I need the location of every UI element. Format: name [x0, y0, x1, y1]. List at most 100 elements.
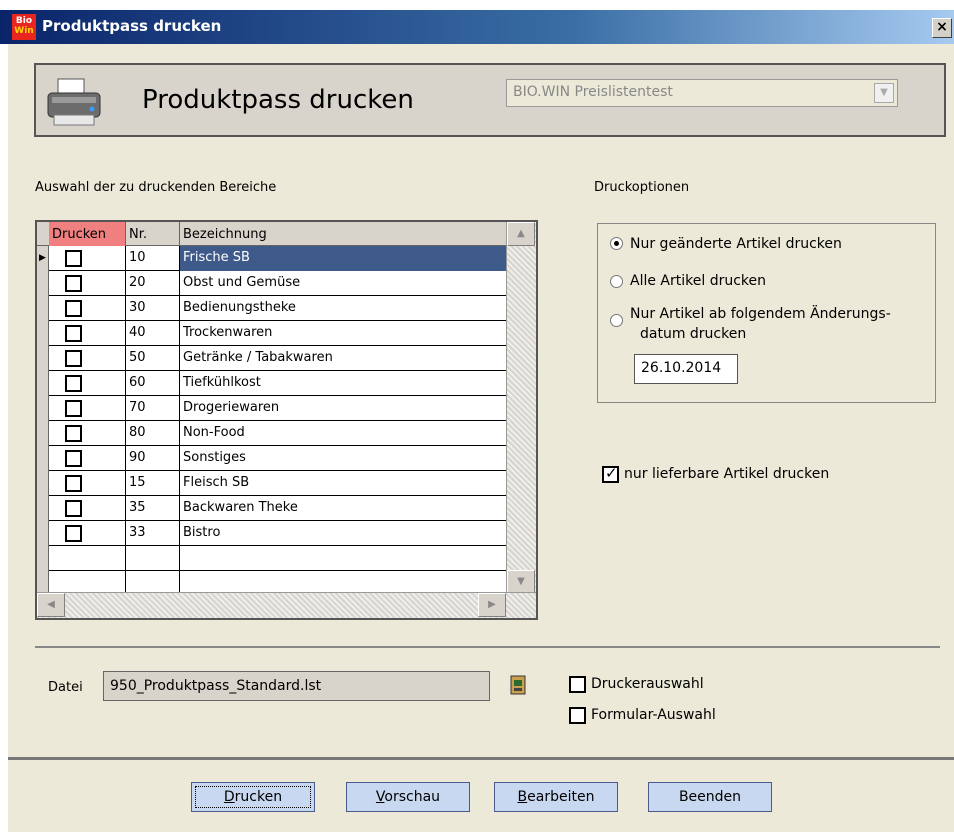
- cell-nr[interactable]: 20: [126, 271, 180, 296]
- table-row[interactable]: 30 Bedienungstheke: [37, 296, 507, 321]
- radio-nur-geaenderte-label[interactable]: Nur geänderte Artikel drucken: [630, 236, 842, 252]
- cell-nr[interactable]: 70: [126, 396, 180, 421]
- cell-drucken[interactable]: [49, 396, 126, 421]
- drucken-checkbox[interactable]: [65, 525, 82, 542]
- drucken-checkbox[interactable]: [65, 500, 82, 517]
- table-row[interactable]: [37, 546, 507, 571]
- row-indicator[interactable]: [37, 271, 49, 296]
- vorschau-button[interactable]: Vorschau: [346, 782, 470, 812]
- drucken-checkbox[interactable]: [65, 275, 82, 292]
- chevron-down-icon[interactable]: ▼: [874, 83, 894, 103]
- scroll-left-icon[interactable]: ◀: [37, 593, 65, 617]
- row-indicator[interactable]: ▶: [37, 246, 49, 271]
- drucken-checkbox[interactable]: [65, 300, 82, 317]
- horizontal-scrollbar[interactable]: ◀ ▶: [37, 592, 536, 618]
- cell-bezeichnung[interactable]: [180, 546, 507, 571]
- lieferbar-checkbox[interactable]: [602, 464, 619, 483]
- cell-bezeichnung[interactable]: Sonstiges: [180, 446, 507, 471]
- drucken-checkbox[interactable]: [65, 400, 82, 417]
- table-row[interactable]: 60 Tiefkühlkost: [37, 371, 507, 396]
- cell-drucken[interactable]: [49, 546, 126, 571]
- cell-drucken[interactable]: [49, 246, 126, 271]
- column-header-drucken[interactable]: Drucken: [49, 222, 126, 246]
- row-indicator[interactable]: [37, 546, 49, 571]
- cell-bezeichnung[interactable]: Fleisch SB: [180, 471, 507, 496]
- cell-drucken[interactable]: [49, 296, 126, 321]
- scroll-right-icon[interactable]: ▶: [478, 593, 506, 617]
- datei-input[interactable]: 950_Produktpass_Standard.lst: [103, 671, 490, 701]
- drucken-checkbox[interactable]: [65, 375, 82, 392]
- cell-bezeichnung[interactable]: Bedienungstheke: [180, 296, 507, 321]
- vertical-scrollbar[interactable]: ▲ ▼: [506, 222, 536, 594]
- row-indicator[interactable]: [37, 296, 49, 321]
- row-indicator[interactable]: [37, 321, 49, 346]
- drucken-checkbox[interactable]: [65, 325, 82, 342]
- cell-nr[interactable]: 35: [126, 496, 180, 521]
- cell-bezeichnung[interactable]: Bistro: [180, 521, 507, 546]
- table-row[interactable]: 50 Getränke / Tabakwaren: [37, 346, 507, 371]
- scroll-down-icon[interactable]: ▼: [507, 570, 535, 594]
- table-row[interactable]: 80 Non-Food: [37, 421, 507, 446]
- cell-bezeichnung[interactable]: Tiefkühlkost: [180, 371, 507, 396]
- cell-bezeichnung[interactable]: Trockenwaren: [180, 321, 507, 346]
- row-indicator[interactable]: [37, 346, 49, 371]
- cell-bezeichnung[interactable]: Backwaren Theke: [180, 496, 507, 521]
- cell-nr[interactable]: 80: [126, 421, 180, 446]
- cell-bezeichnung[interactable]: Non-Food: [180, 421, 507, 446]
- radio-nur-geaenderte[interactable]: [610, 237, 623, 250]
- cell-drucken[interactable]: [49, 496, 126, 521]
- cell-drucken[interactable]: [49, 271, 126, 296]
- lieferbar-label[interactable]: nur lieferbare Artikel drucken: [624, 466, 829, 482]
- beenden-button[interactable]: Beenden: [648, 782, 772, 812]
- row-indicator[interactable]: [37, 421, 49, 446]
- cell-nr[interactable]: 40: [126, 321, 180, 346]
- cell-drucken[interactable]: [49, 321, 126, 346]
- table-row[interactable]: ▶ 10 Frische SB: [37, 246, 507, 271]
- preisliste-select[interactable]: BIO.WIN Preislistentest ▼: [506, 79, 898, 107]
- cell-nr[interactable]: [126, 546, 180, 571]
- cell-bezeichnung[interactable]: Obst und Gemüse: [180, 271, 507, 296]
- cell-nr[interactable]: 30: [126, 296, 180, 321]
- drucken-checkbox[interactable]: [65, 250, 82, 267]
- cell-drucken[interactable]: [49, 446, 126, 471]
- cell-drucken[interactable]: [49, 421, 126, 446]
- druckerauswahl-label[interactable]: Druckerauswahl: [591, 676, 704, 692]
- bereiche-grid[interactable]: Drucken Nr. Bezeichnung ▶ 10 Frische SB 20 O…: [35, 220, 538, 620]
- cell-nr[interactable]: 10: [126, 246, 180, 271]
- table-row[interactable]: 35 Backwaren Theke: [37, 496, 507, 521]
- drucken-button[interactable]: Drucken: [191, 782, 315, 812]
- cell-bezeichnung[interactable]: Frische SB: [180, 246, 507, 271]
- bearbeiten-button[interactable]: Bearbeiten: [494, 782, 618, 812]
- table-row[interactable]: 33 Bistro: [37, 521, 507, 546]
- file-browse-icon[interactable]: [508, 674, 528, 698]
- row-indicator[interactable]: [37, 446, 49, 471]
- drucken-checkbox[interactable]: [65, 475, 82, 492]
- drucken-checkbox[interactable]: [65, 350, 82, 367]
- radio-ab-datum[interactable]: [610, 314, 623, 327]
- column-header-bezeichnung[interactable]: Bezeichnung: [180, 222, 507, 246]
- formular-auswahl-checkbox[interactable]: [569, 707, 586, 724]
- row-indicator[interactable]: [37, 471, 49, 496]
- row-indicator[interactable]: [37, 396, 49, 421]
- cell-nr[interactable]: 33: [126, 521, 180, 546]
- cell-drucken[interactable]: [49, 471, 126, 496]
- cell-drucken[interactable]: [49, 371, 126, 396]
- drucken-checkbox[interactable]: [65, 425, 82, 442]
- cell-bezeichnung[interactable]: Drogeriewaren: [180, 396, 507, 421]
- table-row[interactable]: 15 Fleisch SB: [37, 471, 507, 496]
- cell-drucken[interactable]: [49, 521, 126, 546]
- table-row[interactable]: 40 Trockenwaren: [37, 321, 507, 346]
- row-indicator[interactable]: [37, 521, 49, 546]
- column-header-nr[interactable]: Nr.: [126, 222, 180, 246]
- row-indicator[interactable]: [37, 496, 49, 521]
- table-row[interactable]: 20 Obst und Gemüse: [37, 271, 507, 296]
- radio-ab-datum-label-2[interactable]: datum drucken: [640, 326, 746, 342]
- druckerauswahl-checkbox[interactable]: [569, 676, 586, 693]
- drucken-checkbox[interactable]: [65, 450, 82, 467]
- row-indicator[interactable]: [37, 371, 49, 396]
- formular-auswahl-label[interactable]: Formular-Auswahl: [591, 707, 716, 723]
- table-row[interactable]: 90 Sonstiges: [37, 446, 507, 471]
- table-row[interactable]: 70 Drogeriewaren: [37, 396, 507, 421]
- cell-nr[interactable]: 90: [126, 446, 180, 471]
- radio-ab-datum-label-1[interactable]: Nur Artikel ab folgendem Änderungs-: [630, 306, 891, 322]
